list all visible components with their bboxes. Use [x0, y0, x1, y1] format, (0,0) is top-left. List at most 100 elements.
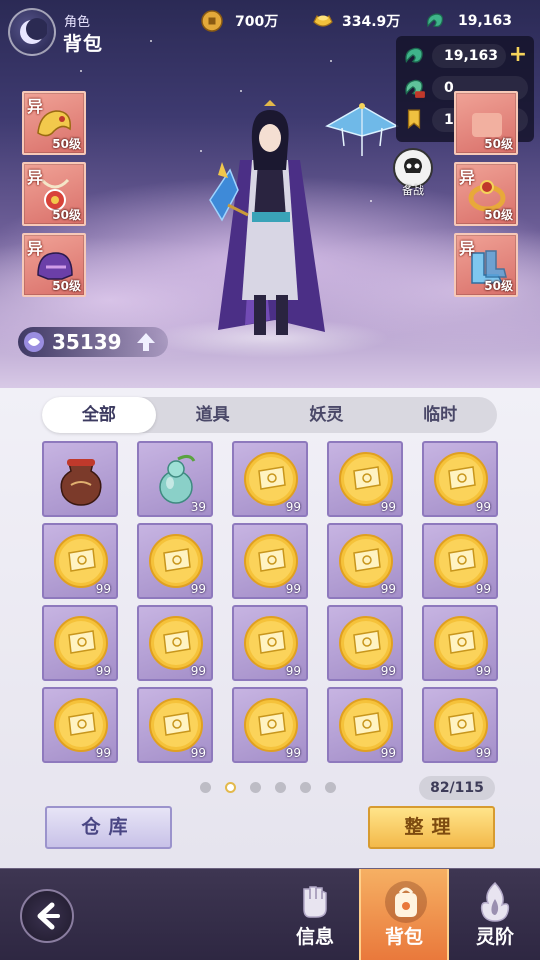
rarity-label: 异 — [27, 239, 44, 258]
rarity-label: 异 — [459, 239, 476, 258]
bag-tabs: 全部 道具 妖灵 临时 — [42, 397, 497, 433]
star — [80, 70, 82, 72]
nav-spirit-rank-label: 灵阶 — [475, 926, 514, 948]
equip-slot-left-2[interactable]: 异 50级 — [22, 162, 86, 226]
item-count: 99 — [285, 582, 301, 596]
back-button[interactable] — [20, 889, 74, 943]
nav-bag-label: 背包 — [384, 926, 423, 948]
add-jade-button[interactable]: + — [508, 44, 528, 66]
inventory-slot[interactable]: 99 — [137, 687, 213, 763]
jade-amount: 19,163 — [432, 44, 506, 68]
inventory-slot[interactable]: 99 — [232, 523, 308, 599]
tab-spirits[interactable]: 妖灵 — [270, 397, 384, 433]
page-dot[interactable] — [200, 782, 211, 793]
arrow-up-icon[interactable] — [136, 331, 156, 353]
copper-coin-icon — [201, 10, 223, 32]
item-count: 99 — [380, 582, 396, 596]
inventory-slot[interactable]: 99 — [422, 523, 498, 599]
inventory-slot[interactable]: 99 — [422, 441, 498, 517]
currency-copper: 700万 — [201, 9, 278, 33]
bag-panel: 全部 道具 妖灵 临时 39 99 99 99 99 99 99 99 99 99 99 99 99 99… — [0, 388, 540, 868]
item-count: 99 — [190, 582, 206, 596]
level-label: 50级 — [484, 279, 513, 293]
equip-slot-right-3[interactable]: 异 50级 — [454, 233, 518, 297]
currency-jade[interactable]: 19,163 — [424, 9, 512, 33]
jade-dragon-icon — [405, 47, 423, 64]
item-count: 99 — [380, 664, 396, 678]
item-count: 99 — [380, 746, 396, 760]
sort-button[interactable]: 整理 — [368, 806, 495, 849]
moon-icon — [20, 18, 47, 44]
page-subtitle: 角色 — [64, 15, 91, 30]
rarity-label: 异 — [27, 97, 44, 116]
page-dot[interactable] — [325, 782, 336, 793]
item-count: 99 — [285, 500, 301, 514]
item-count: 99 — [380, 500, 396, 514]
level-label: 50级 — [52, 208, 81, 222]
item-count: 99 — [475, 746, 491, 760]
rarity-label: 异 — [459, 168, 476, 187]
nav-info[interactable]: 信息 — [270, 869, 360, 960]
moon-avatar-button[interactable] — [8, 8, 56, 56]
star — [240, 90, 242, 92]
inventory-slot[interactable]: 99 — [42, 605, 118, 681]
item-count: 99 — [95, 582, 111, 596]
equip-slot-left-3[interactable]: 异 50级 — [22, 233, 86, 297]
inventory-slot[interactable]: 99 — [42, 687, 118, 763]
combat-power: 35139 — [18, 327, 168, 357]
fist-icon — [303, 886, 327, 918]
inventory-slot[interactable]: 99 — [232, 605, 308, 681]
honor-token-icon — [407, 109, 421, 129]
currency-row-jade: 19,163 + — [402, 41, 528, 71]
standby-button[interactable]: 备战 — [390, 148, 436, 200]
back-arrow-icon — [37, 902, 60, 930]
bottom-nav: 信息 背包 灵阶 — [0, 868, 540, 960]
character-model — [209, 100, 325, 335]
page-dot[interactable] — [300, 782, 311, 793]
inventory-slot[interactable]: 99 — [137, 523, 213, 599]
combat-power-value: 35139 — [52, 330, 122, 354]
currency-jade-value: 19,163 — [458, 13, 513, 29]
item-count: 99 — [475, 582, 491, 596]
level-label: 50级 — [484, 137, 513, 151]
inventory-slot[interactable]: 39 — [137, 441, 213, 517]
inventory-slot[interactable] — [42, 441, 118, 517]
item-count: 99 — [190, 746, 206, 760]
warehouse-button[interactable]: 仓库 — [45, 806, 172, 849]
inventory-slot[interactable]: 99 — [327, 687, 403, 763]
inventory-slot[interactable]: 99 — [327, 605, 403, 681]
star — [150, 40, 152, 42]
level-label: 50级 — [484, 208, 513, 222]
inventory-slot[interactable]: 99 — [422, 687, 498, 763]
item-count: 99 — [285, 664, 301, 678]
inventory-slot[interactable]: 99 — [327, 523, 403, 599]
nav-spirit-rank[interactable]: 灵阶 — [450, 869, 540, 960]
equip-slot-left-1[interactable]: 异 50级 — [22, 91, 86, 155]
equip-slot-right-2[interactable]: 异 50级 — [454, 162, 518, 226]
star — [370, 200, 372, 202]
inventory-slot[interactable]: 99 — [422, 605, 498, 681]
gold-ingot-icon — [313, 15, 333, 27]
equip-slot-right-1[interactable]: 50级 — [454, 91, 518, 155]
level-label: 50级 — [52, 279, 81, 293]
inventory-slot[interactable]: 99 — [232, 687, 308, 763]
bag-capacity: 82/115 — [419, 776, 495, 800]
inventory-slot[interactable]: 99 — [42, 523, 118, 599]
nav-info-label: 信息 — [295, 926, 334, 948]
character-scene: 角色 背包 700万 334.9万 19,163 19,163 + 0 异 50… — [0, 0, 540, 388]
inventory-slot[interactable]: 99 — [232, 441, 308, 517]
item-count: 99 — [95, 746, 111, 760]
nav-bag[interactable]: 背包 — [359, 869, 449, 960]
tab-temporary[interactable]: 临时 — [383, 397, 497, 433]
item-count: 99 — [95, 664, 111, 678]
page-dot[interactable] — [225, 782, 236, 793]
inventory-slot[interactable]: 99 — [327, 441, 403, 517]
currency-copper-value: 700万 — [235, 14, 279, 30]
item-count: 99 — [285, 746, 301, 760]
bound-jade-icon — [405, 79, 425, 98]
tab-all[interactable]: 全部 — [42, 397, 156, 433]
tab-items[interactable]: 道具 — [156, 397, 270, 433]
inventory-slot[interactable]: 99 — [137, 605, 213, 681]
page-dot[interactable] — [250, 782, 261, 793]
page-dot[interactable] — [275, 782, 286, 793]
